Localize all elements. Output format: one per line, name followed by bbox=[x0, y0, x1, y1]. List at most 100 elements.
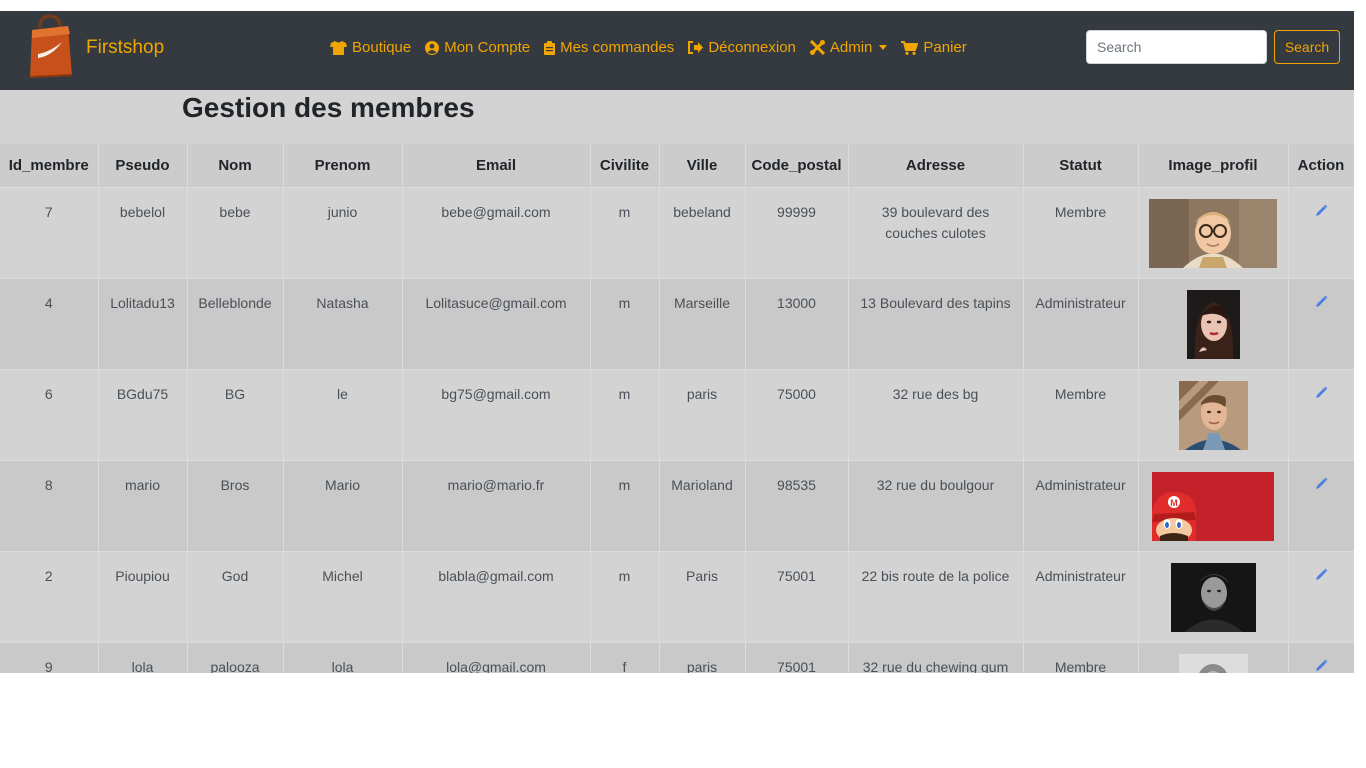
nav-link-label: Mon Compte bbox=[444, 39, 531, 56]
cell-email: bebe@gmail.com bbox=[402, 186, 591, 278]
table-row: 2 Pioupiou God Michel blabla@gmail.com m… bbox=[0, 550, 1354, 642]
column-header: Pseudo bbox=[98, 144, 188, 187]
cell-code-postal: 75001 bbox=[745, 550, 849, 642]
cell-email: lola@gmail.com bbox=[402, 641, 591, 673]
cell-prenom: Michel bbox=[283, 550, 403, 642]
pencil-icon[interactable] bbox=[1315, 204, 1328, 217]
chevron-down-icon bbox=[879, 45, 888, 50]
cell-ville: Marseille bbox=[659, 277, 746, 369]
nav-dropdown-admin[interactable]: Admin bbox=[809, 39, 888, 56]
navbar: Firstshop Boutique Mon Compte Mes comman… bbox=[0, 11, 1354, 90]
cell-image-profil bbox=[1138, 368, 1289, 460]
column-header: Statut bbox=[1023, 144, 1139, 187]
cell-statut: Membre bbox=[1023, 368, 1139, 460]
tshirt-icon bbox=[330, 40, 347, 55]
cell-action bbox=[1288, 641, 1354, 673]
cell-code-postal: 99999 bbox=[745, 186, 849, 278]
cell-image-profil bbox=[1138, 641, 1289, 673]
cell-image-profil bbox=[1138, 186, 1289, 278]
cell-action bbox=[1288, 277, 1354, 369]
column-header: Id_membre bbox=[0, 144, 99, 187]
cell-adresse: 32 rue du boulgour bbox=[848, 459, 1024, 551]
members-table: Id_membre Pseudo Nom Prenom Email Civili… bbox=[0, 144, 1354, 673]
app-viewport: Firstshop Boutique Mon Compte Mes comman… bbox=[0, 11, 1354, 673]
profile-image-bw-portrait bbox=[1178, 653, 1248, 673]
profile-image-woman bbox=[1186, 289, 1240, 359]
cell-statut: Membre bbox=[1023, 186, 1139, 278]
cell-civilite: m bbox=[590, 277, 660, 369]
nav-link-label: Déconnexion bbox=[708, 39, 796, 56]
cell-image-profil bbox=[1138, 550, 1289, 642]
column-header: Civilite bbox=[590, 144, 660, 187]
cell-civilite: m bbox=[590, 459, 660, 551]
cell-civilite: m bbox=[590, 550, 660, 642]
cell-pseudo: BGdu75 bbox=[98, 368, 188, 460]
cell-nom: palooza bbox=[187, 641, 284, 673]
profile-image-man bbox=[1178, 380, 1248, 450]
cell-nom: bebe bbox=[187, 186, 284, 278]
cell-email: mario@mario.fr bbox=[402, 459, 591, 551]
nav-link-deconnexion[interactable]: Déconnexion bbox=[688, 39, 796, 56]
nav-link-panier[interactable]: Panier bbox=[901, 39, 967, 56]
cell-adresse: 22 bis route de la police bbox=[848, 550, 1024, 642]
cell-ville: paris bbox=[659, 368, 746, 460]
table-header-row: Id_membre Pseudo Nom Prenom Email Civili… bbox=[0, 144, 1354, 187]
profile-image-child bbox=[1149, 198, 1277, 268]
main-nav: Boutique Mon Compte Mes commandes Déconn… bbox=[330, 39, 967, 56]
search-button[interactable]: Search bbox=[1274, 30, 1340, 64]
cell-id: 2 bbox=[0, 550, 99, 642]
cell-action bbox=[1288, 459, 1354, 551]
pencil-icon[interactable] bbox=[1315, 659, 1328, 672]
nav-link-mes-commandes[interactable]: Mes commandes bbox=[544, 39, 674, 56]
pencil-icon[interactable] bbox=[1315, 477, 1328, 490]
cell-pseudo: Lolitadu13 bbox=[98, 277, 188, 369]
cell-civilite: m bbox=[590, 368, 660, 460]
tools-icon bbox=[809, 40, 825, 55]
sign-out-icon bbox=[688, 41, 704, 54]
cell-email: Lolitasuce@gmail.com bbox=[402, 277, 591, 369]
cell-action bbox=[1288, 368, 1354, 460]
cell-ville: bebeland bbox=[659, 186, 746, 278]
cell-ville: Paris bbox=[659, 550, 746, 642]
cell-ville: Marioland bbox=[659, 459, 746, 551]
column-header: Image_profil bbox=[1138, 144, 1289, 187]
pencil-icon[interactable] bbox=[1315, 386, 1328, 399]
brand-name[interactable]: Firstshop bbox=[86, 37, 164, 59]
cell-id: 8 bbox=[0, 459, 99, 551]
table-row: 9 lola palooza lola lola@gmail.com f par… bbox=[0, 641, 1354, 673]
pencil-icon[interactable] bbox=[1315, 568, 1328, 581]
cell-prenom: le bbox=[283, 368, 403, 460]
nav-link-boutique[interactable]: Boutique bbox=[330, 39, 411, 56]
shopping-bag-logo-icon[interactable] bbox=[26, 14, 74, 80]
nav-link-mon-compte[interactable]: Mon Compte bbox=[425, 39, 530, 56]
cart-icon bbox=[901, 40, 919, 55]
cell-nom: BG bbox=[187, 368, 284, 460]
page-title: Gestion des membres bbox=[182, 92, 475, 123]
cell-code-postal: 98535 bbox=[745, 459, 849, 551]
column-header: Action bbox=[1288, 144, 1354, 187]
cell-adresse: 39 boulevard des couches culotes bbox=[848, 186, 1024, 278]
nav-link-label: Panier bbox=[923, 39, 967, 56]
cell-adresse: 32 rue des bg bbox=[848, 368, 1024, 460]
cell-statut: Membre bbox=[1023, 641, 1139, 673]
table-row: 4 Lolitadu13 Belleblonde Natasha Lolitas… bbox=[0, 277, 1354, 369]
table-row: 6 BGdu75 BG le bg75@gmail.com m paris 75… bbox=[0, 368, 1354, 460]
cell-adresse: 32 rue du chewing gum bbox=[848, 641, 1024, 673]
cell-code-postal: 13000 bbox=[745, 277, 849, 369]
cell-nom: Bros bbox=[187, 459, 284, 551]
cell-ville: paris bbox=[659, 641, 746, 673]
cell-id: 7 bbox=[0, 186, 99, 278]
cell-civilite: f bbox=[590, 641, 660, 673]
nav-link-label: Admin bbox=[829, 39, 873, 56]
cell-pseudo: mario bbox=[98, 459, 188, 551]
cell-nom: Belleblonde bbox=[187, 277, 284, 369]
cell-image-profil: M bbox=[1138, 459, 1289, 551]
column-header: Ville bbox=[659, 144, 746, 187]
column-header: Adresse bbox=[848, 144, 1024, 187]
cell-pseudo: Pioupiou bbox=[98, 550, 188, 642]
cell-id: 4 bbox=[0, 277, 99, 369]
cell-prenom: Natasha bbox=[283, 277, 403, 369]
pencil-icon[interactable] bbox=[1315, 295, 1328, 308]
cell-nom: God bbox=[187, 550, 284, 642]
search-input[interactable] bbox=[1086, 30, 1267, 64]
